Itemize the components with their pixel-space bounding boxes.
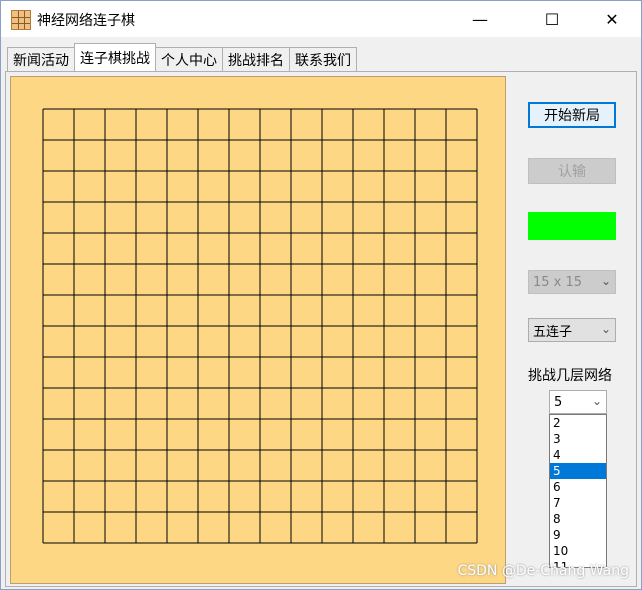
close-button[interactable]: ✕ — [589, 1, 635, 37]
tab-challenge[interactable]: 连子棋挑战 — [74, 43, 156, 71]
tab-news[interactable]: 新闻活动 — [7, 47, 75, 71]
layers-dropdown-list[interactable]: 2 3 4 5 6 7 8 9 10 11 — [549, 414, 607, 568]
game-board[interactable] — [10, 76, 506, 584]
title-bar: 神经网络连子棋 — ☐ ✕ — [1, 1, 641, 37]
tab-ranking[interactable]: 挑战排名 — [222, 47, 290, 71]
board-icon — [11, 10, 31, 30]
maximize-button[interactable]: ☐ — [529, 1, 575, 37]
layers-option[interactable]: 9 — [550, 527, 606, 543]
board-grid[interactable] — [11, 77, 507, 585]
app-window: 神经网络连子棋 — ☐ ✕ 新闻活动 连子棋挑战 个人中心 挑战排名 联系我们 … — [0, 0, 642, 590]
window-title: 神经网络连子棋 — [37, 13, 135, 29]
layers-option[interactable]: 5 — [550, 463, 606, 479]
layers-option[interactable]: 7 — [550, 495, 606, 511]
network-label: 挑战几层网络 — [528, 368, 612, 384]
challenge-panel: 开始新局 认输 15 x 15 ⌄ 五连子 ⌄ 挑战几层网络 5 ⌄ 23456… — [5, 71, 637, 587]
watermark: CSDN @De-Chang Wang — [457, 563, 629, 579]
layers-option[interactable]: 4 — [550, 447, 606, 463]
board-size-select[interactable]: 15 x 15 ⌄ — [528, 270, 616, 294]
layers-option[interactable]: 6 — [550, 479, 606, 495]
resign-button[interactable]: 认输 — [528, 158, 616, 184]
win-mode-select[interactable]: 五连子 ⌄ — [528, 318, 616, 342]
turn-indicator — [528, 212, 616, 240]
chevron-down-icon: ⌄ — [591, 394, 602, 408]
layers-option[interactable]: 3 — [550, 431, 606, 447]
minimize-button[interactable]: — — [457, 1, 503, 37]
layers-value: 5 — [554, 394, 563, 410]
tab-bar: 新闻活动 连子棋挑战 个人中心 挑战排名 联系我们 — [7, 43, 357, 71]
board-size-value: 15 x 15 — [533, 274, 583, 290]
layers-option[interactable]: 10 — [550, 543, 606, 559]
chevron-down-icon: ⌄ — [600, 274, 611, 288]
tab-profile[interactable]: 个人中心 — [155, 47, 223, 71]
new-game-button[interactable]: 开始新局 — [528, 102, 616, 128]
layers-option[interactable]: 2 — [550, 415, 606, 431]
tab-contact[interactable]: 联系我们 — [289, 47, 357, 71]
layers-select[interactable]: 5 ⌄ — [549, 390, 607, 414]
layers-option[interactable]: 8 — [550, 511, 606, 527]
chevron-down-icon: ⌄ — [600, 322, 611, 336]
win-mode-value: 五连子 — [533, 324, 573, 340]
